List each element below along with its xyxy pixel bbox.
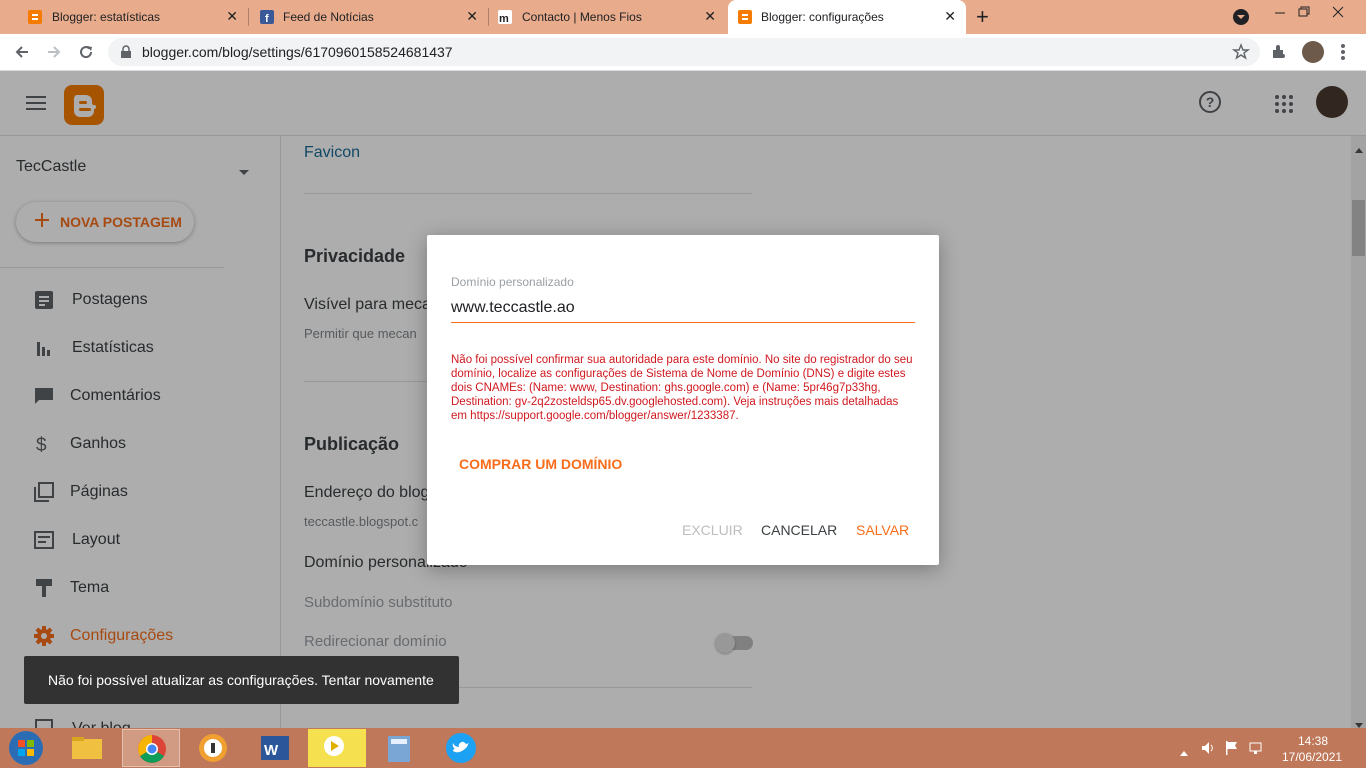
cancel-button[interactable]: CANCELAR [761,522,837,538]
back-icon[interactable] [12,42,32,62]
svg-text:W: W [264,742,279,759]
blogger-icon [738,10,752,24]
vpn-taskbar-icon[interactable] [184,729,242,767]
menu-dots-icon[interactable] [1340,42,1346,62]
buy-domain-button[interactable]: COMPRAR UM DOMÍNIO [459,456,622,472]
domain-field-label: Domínio personalizado [451,275,574,289]
player-taskbar-icon[interactable] [308,729,366,767]
flag-icon[interactable] [1224,740,1240,761]
clock-date[interactable]: 17/06/2021 [1282,750,1342,764]
tab-title: Blogger: configurações [761,10,884,24]
calculator-taskbar-icon[interactable] [370,729,428,767]
network-icon[interactable] [1248,740,1264,761]
snackbar-message[interactable]: Não foi possível atualizar as configuraç… [48,672,434,688]
lock-icon [120,45,132,59]
address-bar[interactable]: blogger.com/blog/settings/61709601585246… [108,38,1260,66]
menosfios-icon: m [498,10,512,25]
tab-blogger-stats[interactable]: Blogger: estatísticas ✕ [8,0,248,34]
domain-input[interactable]: www.teccastle.ao [451,299,915,323]
domain-error-message: Não foi possível confirmar sua autoridad… [451,354,913,422]
facebook-icon: f [260,10,274,25]
chrome-taskbar-icon[interactable] [122,729,180,767]
error-snackbar: Não foi possível atualizar as configuraç… [24,656,459,704]
tab-facebook-feed[interactable]: f Feed de Notícias ✕ [248,0,488,34]
tab-title: Feed de Notícias [283,10,374,24]
close-tab-icon[interactable]: ✕ [226,8,238,25]
svg-text:m: m [499,13,509,24]
delete-button[interactable]: EXCLUIR [682,522,743,538]
forward-icon[interactable] [44,42,64,62]
tray-chevron-icon[interactable] [1180,743,1188,761]
clock-time[interactable]: 14:38 [1298,734,1328,748]
tab-strip: Blogger: estatísticas ✕ f Feed de Notíci… [0,0,1366,34]
minimize-icon[interactable] [1270,2,1290,22]
windows-taskbar: W 14:38 17/06/2021 [0,728,1366,768]
tab-menos-fios[interactable]: m Contacto | Menos Fios ✕ [488,0,726,34]
close-tab-icon[interactable]: ✕ [704,8,716,25]
custom-domain-dialog: Domínio personalizado www.teccastle.ao N… [427,235,939,565]
new-tab-button[interactable]: + [976,4,989,30]
twitter-taskbar-icon[interactable] [432,729,490,767]
explorer-taskbar-icon[interactable] [58,729,116,767]
tab-title: Blogger: estatísticas [52,10,161,24]
close-tab-icon[interactable]: ✕ [466,8,478,25]
word-taskbar-icon[interactable]: W [246,729,304,767]
browser-toolbar: blogger.com/blog/settings/61709601585246… [0,34,1366,71]
bookmark-star-icon[interactable] [1231,43,1251,61]
url-text: blogger.com/blog/settings/61709601585246… [142,44,453,60]
tab-blogger-settings[interactable]: Blogger: configurações ✕ [728,0,966,34]
close-tab-icon[interactable]: ✕ [944,8,956,25]
start-button[interactable] [6,729,46,767]
extensions-icon[interactable] [1270,43,1288,61]
blogger-icon [28,10,42,24]
tab-search-icon[interactable] [1233,9,1249,25]
save-button[interactable]: SALVAR [856,522,909,538]
volume-icon[interactable] [1200,740,1216,761]
close-window-icon[interactable] [1328,2,1348,22]
profile-avatar[interactable] [1302,41,1324,63]
restore-icon[interactable] [1294,2,1314,22]
reload-icon[interactable] [76,42,96,62]
svg-text:f: f [265,13,269,24]
tab-title: Contacto | Menos Fios [522,10,642,24]
